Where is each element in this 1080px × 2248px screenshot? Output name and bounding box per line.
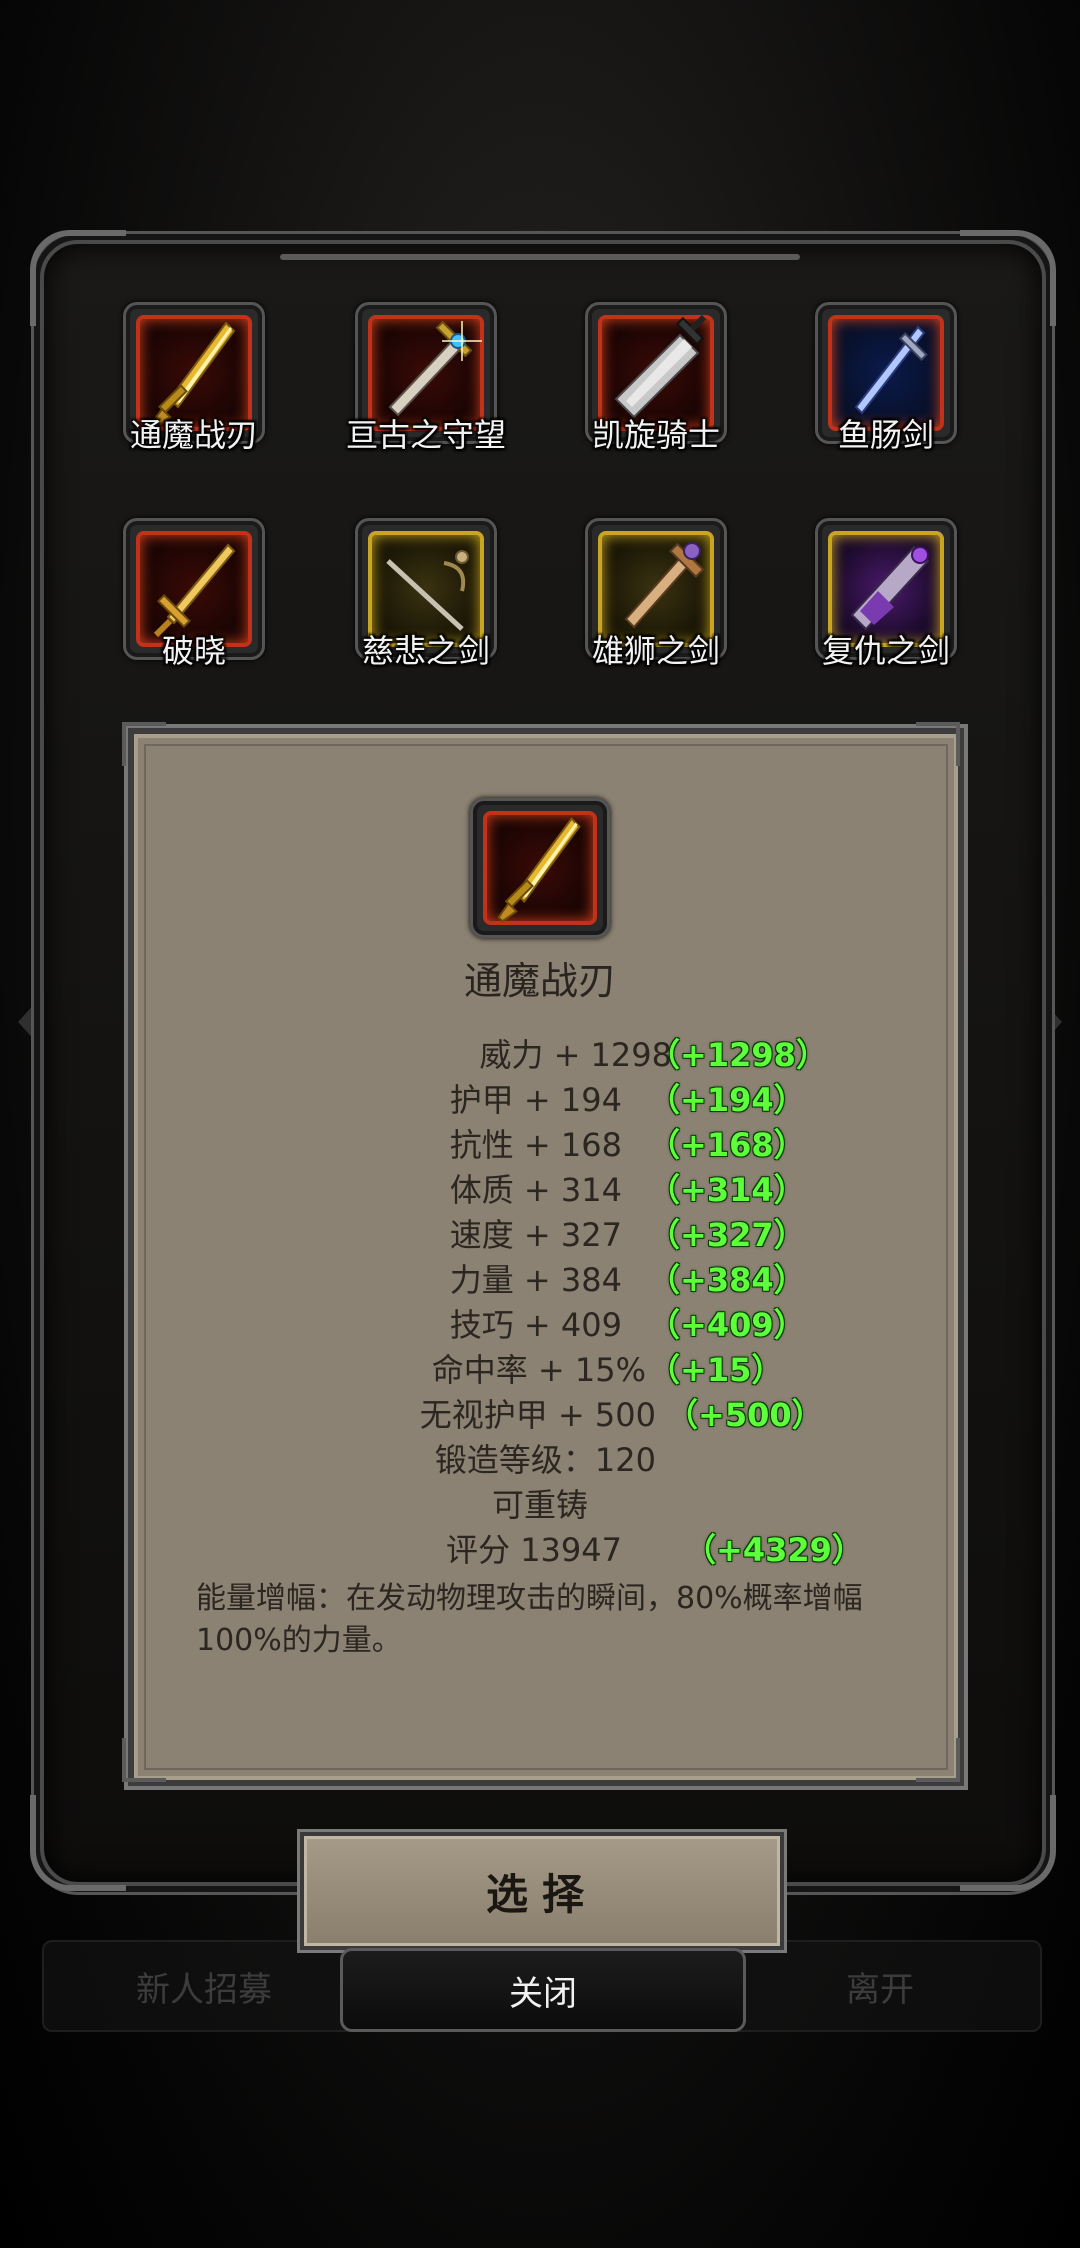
- stat-text: 技巧 + 409: [449, 1306, 622, 1344]
- stat-text: 力量 + 384: [449, 1261, 622, 1299]
- weapon-slot-0[interactable]: 通魔战刃: [94, 302, 294, 482]
- weapon-slot-1[interactable]: 亘古之守望: [326, 302, 526, 482]
- score-bonus: （+4329）: [684, 1531, 864, 1569]
- left-arrow-icon: [18, 1000, 38, 1044]
- stat-row: 体质 + 314: [300, 1165, 622, 1209]
- frame-corner-ornament: [960, 1795, 1056, 1891]
- panel-corner-ornament: [122, 722, 166, 766]
- stat-bonus: （+384）: [648, 1261, 806, 1299]
- weapon-name: 通魔战刃: [129, 416, 258, 454]
- selected-weapon-icon: [470, 798, 610, 938]
- stat-bonus: （+194）: [648, 1081, 806, 1119]
- weapon-name: 慈悲之剑: [361, 632, 490, 670]
- weapon-name: 雄狮之剑: [591, 632, 720, 670]
- stat-text: 威力 + 1298: [479, 1036, 672, 1074]
- frame-corner-ornament: [30, 1795, 126, 1891]
- weapon-name: 复仇之剑: [821, 632, 950, 670]
- weapon-slot-7[interactable]: 复仇之剑: [786, 518, 986, 698]
- frame-ornament: [280, 254, 800, 260]
- stat-row: 命中率 + 15%: [300, 1345, 646, 1389]
- panel-corner-ornament: [916, 1738, 960, 1782]
- weapon-name: 亘古之守望: [345, 416, 506, 454]
- stat-row: 速度 + 327: [300, 1210, 622, 1254]
- stat-row: 力量 + 384: [300, 1255, 622, 1299]
- weapon-slot-3[interactable]: 鱼肠剑: [786, 302, 986, 482]
- panel-corner-ornament: [122, 1738, 166, 1782]
- stat-text: 护甲 + 194: [449, 1081, 622, 1119]
- stat-text: 命中率 + 15%: [431, 1351, 646, 1389]
- stat-row: 抗性 + 168: [300, 1120, 622, 1164]
- forge-level: 锻造等级：120: [300, 1435, 656, 1479]
- weapon-slot-4[interactable]: 破晓: [94, 518, 294, 698]
- stat-bonus: （+314）: [648, 1171, 806, 1209]
- stat-row: 护甲 + 194: [300, 1075, 622, 1119]
- weapon-name: 破晓: [161, 632, 226, 670]
- stat-text: 速度 + 327: [449, 1216, 622, 1254]
- golden-dagger-icon: [497, 817, 581, 923]
- score-text: 评分 13947: [446, 1531, 622, 1569]
- game-screen: 新人招募 离开 通魔战刃 亘古之守望 凯旋骑士 鱼肠剑 破晓 慈悲之剑 雄狮之剑…: [0, 0, 1080, 2248]
- stat-bonus: （+409）: [648, 1306, 806, 1344]
- weapon-frame: [470, 798, 610, 938]
- weapon-slot-6[interactable]: 雄狮之剑: [556, 518, 756, 698]
- recastable-label: 可重铸: [491, 1486, 588, 1524]
- stat-row: 技巧 + 409: [300, 1300, 622, 1344]
- recruit-button-background: 新人招募: [42, 1940, 366, 2032]
- stat-text: 体质 + 314: [449, 1171, 622, 1209]
- stat-bonus: （+15）: [648, 1351, 784, 1389]
- leave-button-background: 离开: [718, 1940, 1042, 2032]
- stat-bonus: （+168）: [648, 1126, 806, 1164]
- panel-corner-ornament: [916, 722, 960, 766]
- stat-bonus: （+500）: [666, 1396, 824, 1434]
- stat-text: 抗性 + 168: [449, 1126, 622, 1164]
- stat-bonus: （+1298）: [648, 1036, 828, 1074]
- weapon-slot-5[interactable]: 慈悲之剑: [326, 518, 526, 698]
- weapon-slot-2[interactable]: 凯旋骑士: [556, 302, 756, 482]
- weapon-description: 能量增幅：在发动物理攻击的瞬间，80%概率增幅100%的力量。: [196, 1581, 863, 1658]
- select-button[interactable]: 选择: [300, 1832, 784, 1950]
- stat-bonus: （+327）: [648, 1216, 806, 1254]
- stat-text: 无视护甲 + 500: [419, 1396, 656, 1434]
- stat-row: 威力 + 1298: [300, 1030, 672, 1074]
- selected-weapon-name: 通魔战刃: [463, 959, 616, 1003]
- stat-row: 无视护甲 + 500: [300, 1390, 656, 1434]
- close-button[interactable]: 关闭: [340, 1948, 746, 2032]
- weapon-name: 鱼肠剑: [837, 416, 934, 454]
- score-row: 评分 13947: [300, 1525, 622, 1569]
- forge-level-text: 锻造等级：120: [434, 1441, 656, 1479]
- weapon-name: 凯旋骑士: [591, 416, 720, 454]
